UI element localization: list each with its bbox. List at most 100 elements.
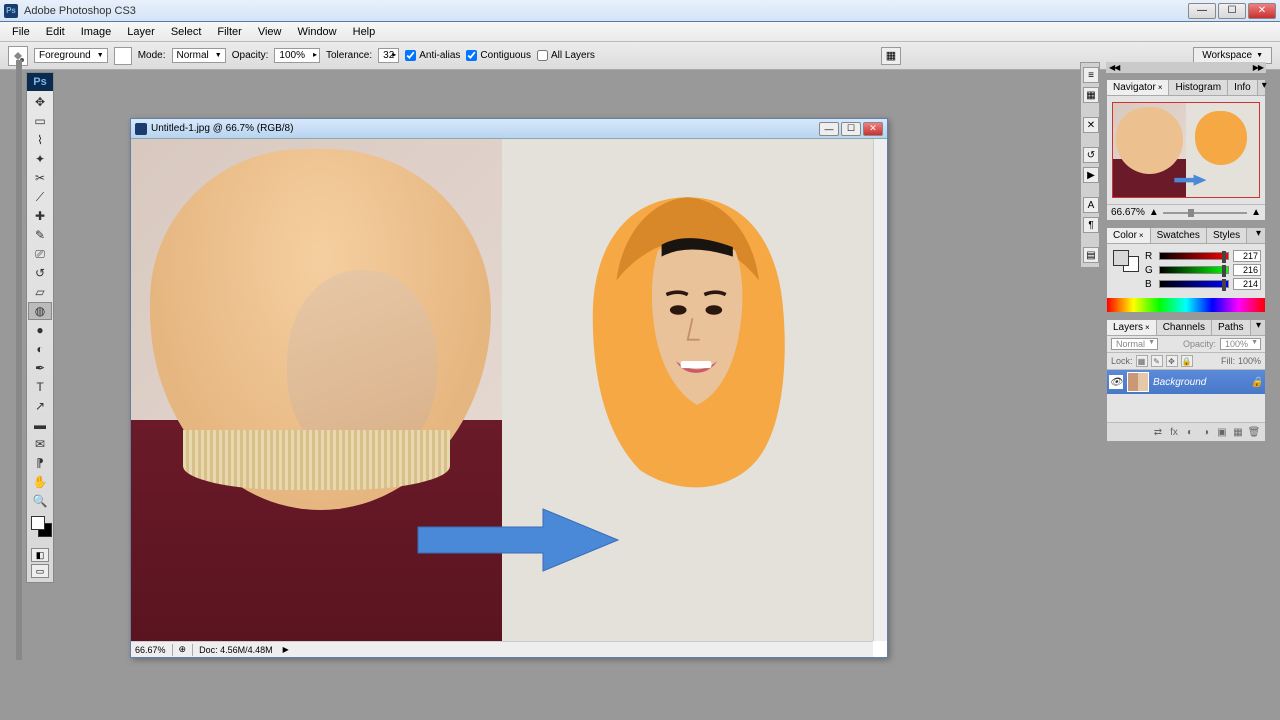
- tab-info[interactable]: Info: [1228, 80, 1258, 95]
- panel-menu-icon[interactable]: ▾: [1252, 228, 1265, 243]
- b-value[interactable]: 214: [1233, 278, 1261, 290]
- bridge-button[interactable]: ▦: [881, 47, 901, 65]
- menu-help[interactable]: Help: [345, 24, 384, 40]
- blend-mode-dropdown[interactable]: Normal: [1111, 338, 1158, 350]
- dodge-tool[interactable]: ◐: [28, 340, 52, 358]
- window-maximize-button[interactable]: ☐: [1218, 3, 1246, 19]
- slice-tool[interactable]: ⟋: [28, 188, 52, 206]
- lock-transparency-icon[interactable]: ▦: [1136, 355, 1148, 367]
- pen-tool[interactable]: ✒: [28, 359, 52, 377]
- hand-tool[interactable]: ✋: [28, 473, 52, 491]
- brush-tool[interactable]: ✎: [28, 226, 52, 244]
- layer-style-icon[interactable]: fx: [1167, 425, 1181, 439]
- vertical-scrollbar[interactable]: [873, 139, 887, 641]
- window-minimize-button[interactable]: —: [1188, 3, 1216, 19]
- delete-layer-icon[interactable]: 🗑: [1247, 425, 1261, 439]
- doc-minimize-button[interactable]: —: [819, 122, 839, 136]
- b-slider[interactable]: [1159, 280, 1229, 288]
- healing-tool[interactable]: ✚: [28, 207, 52, 225]
- new-layer-icon[interactable]: ▦: [1231, 425, 1245, 439]
- r-slider[interactable]: [1159, 252, 1229, 260]
- panel-menu-icon[interactable]: ▾: [1252, 320, 1265, 335]
- doc-close-button[interactable]: ✕: [863, 122, 883, 136]
- crop-tool[interactable]: ✂: [28, 169, 52, 187]
- zoom-readout[interactable]: 66.67%: [135, 645, 166, 655]
- doc-maximize-button[interactable]: ☐: [841, 122, 861, 136]
- tolerance-input[interactable]: 32: [378, 48, 399, 63]
- path-tool[interactable]: ↗: [28, 397, 52, 415]
- navigator-zoom[interactable]: 66.67%: [1111, 207, 1145, 218]
- lock-all-icon[interactable]: 🔒: [1181, 355, 1193, 367]
- quickmask-toggle[interactable]: ◧: [31, 548, 49, 562]
- notes-tool[interactable]: ✉: [28, 435, 52, 453]
- opacity-input[interactable]: 100%: [274, 48, 320, 63]
- color-swatches[interactable]: [29, 514, 51, 544]
- group-icon[interactable]: ▣: [1215, 425, 1229, 439]
- layer-mask-icon[interactable]: ◐: [1183, 425, 1197, 439]
- menu-file[interactable]: File: [4, 24, 38, 40]
- adjustment-layer-icon[interactable]: ◑: [1199, 425, 1213, 439]
- link-layers-icon[interactable]: ⇄: [1151, 425, 1165, 439]
- canvas[interactable]: [131, 139, 873, 641]
- tab-paths[interactable]: Paths: [1212, 320, 1251, 335]
- menu-select[interactable]: Select: [163, 24, 210, 40]
- tab-histogram[interactable]: Histogram: [1169, 80, 1228, 95]
- stamp-tool[interactable]: ⎚: [28, 245, 52, 263]
- bucket-tool[interactable]: ◍: [28, 302, 52, 320]
- tab-layers[interactable]: Layers×: [1107, 320, 1157, 335]
- tab-channels[interactable]: Channels: [1157, 320, 1212, 335]
- layer-thumbnail[interactable]: [1127, 372, 1149, 392]
- tool-presets-icon[interactable]: ✕: [1083, 117, 1099, 133]
- tab-swatches[interactable]: Swatches: [1151, 228, 1207, 243]
- clone-icon[interactable]: ▦: [1083, 87, 1099, 103]
- actions-icon[interactable]: ▶: [1083, 167, 1099, 183]
- all-layers-checkbox[interactable]: All Layers: [537, 50, 595, 61]
- zoom-in-icon[interactable]: ▲: [1251, 207, 1261, 218]
- lock-position-icon[interactable]: ✥: [1166, 355, 1178, 367]
- fill-dropdown[interactable]: Foreground: [34, 48, 108, 63]
- foreground-swatch[interactable]: [31, 516, 45, 530]
- history-brush-tool[interactable]: ↺: [28, 264, 52, 282]
- tab-styles[interactable]: Styles: [1207, 228, 1247, 243]
- contiguous-checkbox[interactable]: Contiguous: [466, 50, 531, 61]
- menu-view[interactable]: View: [250, 24, 290, 40]
- document-titlebar[interactable]: Untitled-1.jpg @ 66.7% (RGB/8) — ☐ ✕: [131, 119, 887, 139]
- menu-edit[interactable]: Edit: [38, 24, 73, 40]
- layer-row-background[interactable]: 👁 Background 🔒: [1107, 370, 1265, 394]
- character-icon[interactable]: A: [1083, 197, 1099, 213]
- marquee-tool[interactable]: ▭: [28, 112, 52, 130]
- color-spectrum[interactable]: [1107, 298, 1265, 312]
- blur-tool[interactable]: ●: [28, 321, 52, 339]
- panel-menu-icon[interactable]: ▾: [1258, 80, 1271, 95]
- r-value[interactable]: 217: [1233, 250, 1261, 262]
- screenmode-toggle[interactable]: ▭: [31, 564, 49, 578]
- lasso-tool[interactable]: ⌇: [28, 131, 52, 149]
- move-tool[interactable]: ✥: [28, 93, 52, 111]
- zoom-slider[interactable]: [1163, 212, 1247, 214]
- lock-pixels-icon[interactable]: ✎: [1151, 355, 1163, 367]
- tab-navigator[interactable]: Navigator×: [1107, 80, 1169, 95]
- doc-size-readout[interactable]: Doc: 4.56M/4.48M: [199, 645, 273, 655]
- panel-dock-header[interactable]: ◀◀▶▶: [1106, 62, 1266, 73]
- history-icon[interactable]: ↺: [1083, 147, 1099, 163]
- visibility-toggle[interactable]: 👁: [1109, 375, 1123, 389]
- menu-layer[interactable]: Layer: [119, 24, 163, 40]
- paragraph-icon[interactable]: ¶: [1083, 217, 1099, 233]
- eraser-tool[interactable]: ▱: [28, 283, 52, 301]
- g-value[interactable]: 216: [1233, 264, 1261, 276]
- layer-opacity-input[interactable]: 100%: [1220, 338, 1261, 350]
- zoom-out-icon[interactable]: ▲: [1149, 207, 1159, 218]
- window-close-button[interactable]: ✕: [1248, 3, 1276, 19]
- menu-window[interactable]: Window: [290, 24, 345, 40]
- g-slider[interactable]: [1159, 266, 1229, 274]
- navigator-preview[interactable]: [1112, 102, 1260, 198]
- menu-filter[interactable]: Filter: [209, 24, 249, 40]
- tab-color[interactable]: Color×: [1107, 228, 1151, 243]
- brushes-icon[interactable]: ≡: [1083, 67, 1099, 83]
- color-fg-swatch[interactable]: [1113, 250, 1129, 266]
- zoom-tool[interactable]: 🔍: [28, 492, 52, 510]
- shape-tool[interactable]: ▬: [28, 416, 52, 434]
- menu-image[interactable]: Image: [73, 24, 120, 40]
- dock-strip[interactable]: [16, 60, 22, 660]
- wand-tool[interactable]: ✦: [28, 150, 52, 168]
